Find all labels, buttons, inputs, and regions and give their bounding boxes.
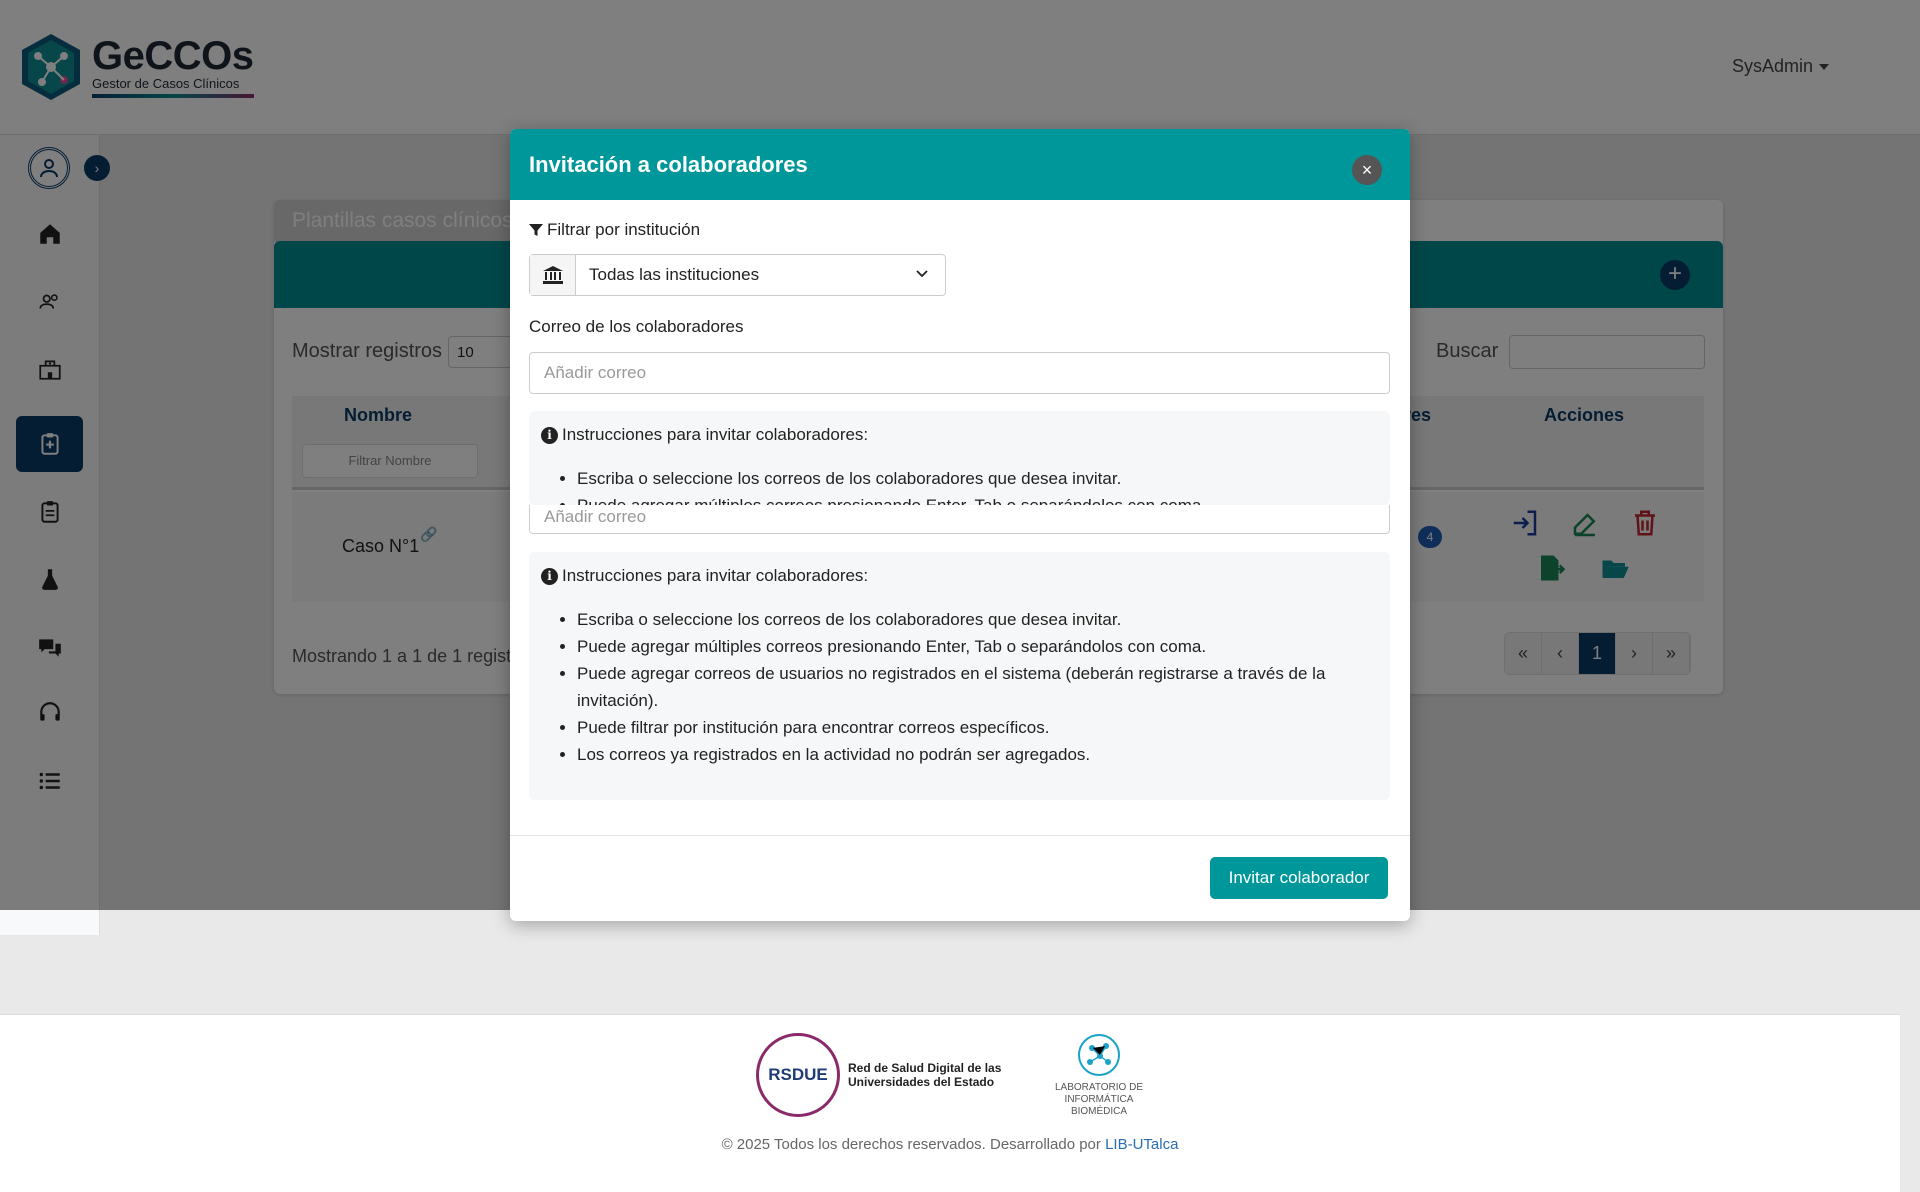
chevron-down-icon [916,270,928,278]
invite-collaborator-button[interactable]: Invitar colaborador [1210,857,1388,899]
email-input-duplicate[interactable]: Añadir correo [529,505,1390,534]
help-item: Los correos ya registrados en la activid… [577,741,1378,768]
close-icon: × [1361,159,1373,180]
modal-header: Invitación a colaboradores × [510,129,1410,200]
help-item: Puede filtrar por institución para encon… [577,714,1378,741]
email-label: Correo de los colaboradores [529,317,744,336]
help-title-partial: Instrucciones para invitar colaboradores… [562,425,869,444]
lib-logo: LABORATORIO DE INFORMÁTICA BIOMÉDICA [1044,1032,1154,1118]
help-item: Puede agregar correos de usuarios no reg… [577,660,1378,714]
footer-logos: RSDUE Red de Salud Digital de las Univer… [756,1032,1154,1118]
institution-select-value: Todas las instituciones [589,265,760,284]
copyright: © 2025 Todos los derechos reservados. De… [0,1136,1900,1153]
info-icon: i [541,426,558,444]
lib-caption: LABORATORIO DE INFORMÁTICA BIOMÉDICA [1055,1082,1143,1117]
filter-icon [529,224,543,236]
rsdue-logo: RSDUE [756,1033,840,1117]
modal-title: Invitación a colaboradores [529,152,808,177]
help-box-partial: i Instrucciones para invitar colaboradore… [529,411,1390,505]
help-list: Escriba o seleccione los correos de los … [541,606,1378,768]
info-icon: i [541,567,558,585]
help-box: i Instrucciones para invitar colaboradore… [529,552,1390,800]
copyright-text: © 2025 Todos los derechos reservados. De… [721,1136,1101,1153]
filter-institution-label: Filtrar por institución [529,220,700,240]
help-item: Escriba o seleccione los correos de los … [577,465,1378,492]
institution-icon [530,255,576,295]
filter-institution-text: Filtrar por institución [547,220,701,239]
lib-network-icon [1078,1034,1120,1076]
email-input[interactable]: Añadir correo [529,352,1390,394]
rsdue-caption: Red de Salud Digital de las Universidade… [848,1061,1002,1089]
institution-select[interactable]: Todas las instituciones [529,254,946,296]
invite-collaborators-modal: Invitación a colaboradores × Filtrar por… [510,129,1410,921]
help-item: Puede agregar múltiples correos presiona… [577,633,1378,660]
modal-body: Filtrar por institución Todas las instit… [510,200,1410,850]
help-title: Instrucciones para invitar colaboradores… [562,566,869,585]
lib-utalca-link[interactable]: LIB-UTalca [1105,1136,1178,1153]
help-list-partial: Escriba o seleccione los correos de los … [541,465,1378,505]
close-button[interactable]: × [1352,155,1382,185]
help-item: Puede agregar múltiples correos presiona… [577,492,1378,505]
modal-footer: Invitar colaborador [510,835,1410,921]
help-item: Escriba o seleccione los correos de los … [577,606,1378,633]
